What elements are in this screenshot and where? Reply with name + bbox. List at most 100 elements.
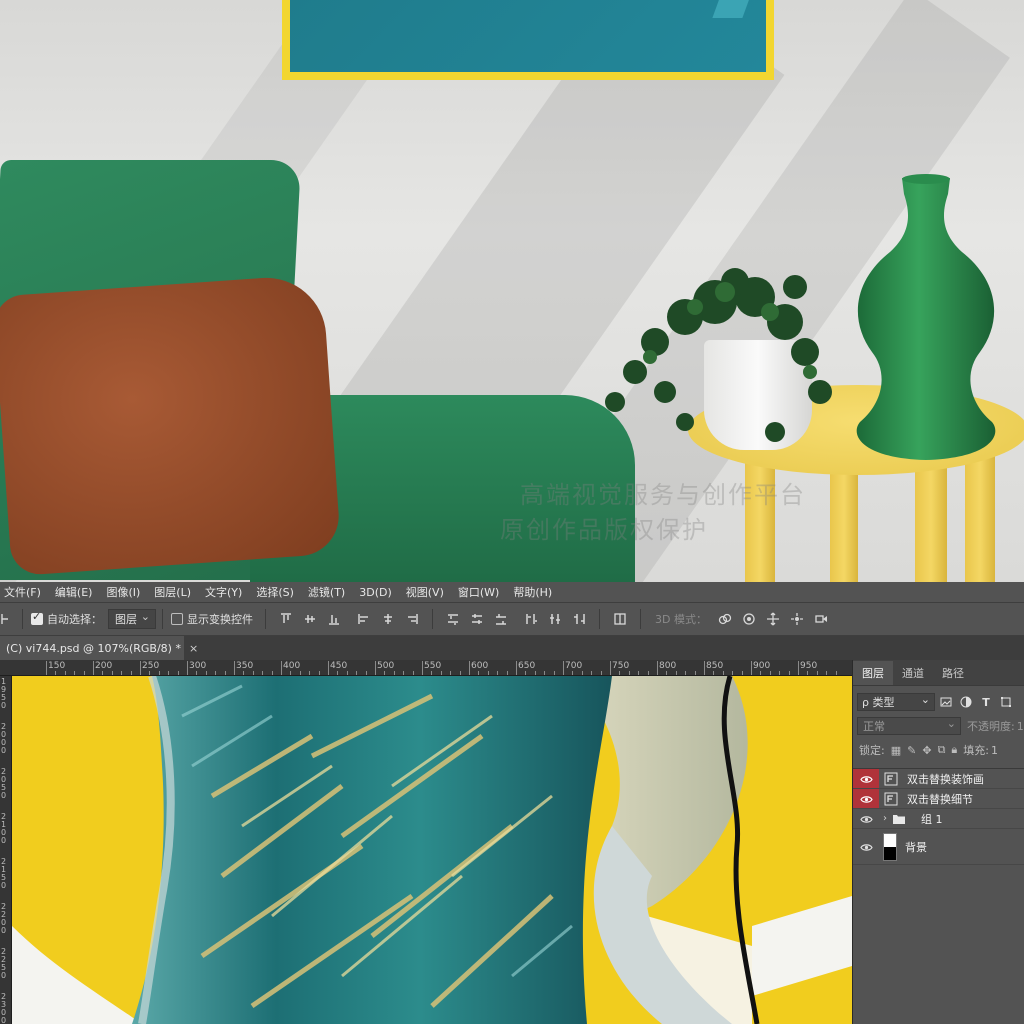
ruler-minor-tick [685, 671, 687, 675]
ruler-tick [187, 661, 188, 675]
chevron-right-icon[interactable]: › [883, 813, 887, 824]
ruler-minor-tick [121, 671, 123, 675]
menu-file[interactable]: 文件(F) [4, 584, 41, 600]
layer-filter-dropdown[interactable]: ρ 类型 [857, 693, 935, 711]
ruler-label: 650 [518, 661, 536, 671]
ruler-minor-tick [826, 671, 828, 675]
distribute-right-icon[interactable] [567, 609, 591, 629]
visibility-toggle[interactable] [853, 809, 879, 828]
document-canvas[interactable] [12, 676, 852, 1024]
auto-align-icon[interactable] [608, 609, 632, 629]
fill-value[interactable]: 1 [991, 744, 998, 757]
ruler-label: 200 [95, 661, 113, 671]
ruler-label: 900 [753, 661, 771, 671]
ruler-tick [281, 661, 282, 675]
3d-scale-icon[interactable] [809, 609, 833, 629]
align-right-icon[interactable] [400, 609, 424, 629]
menu-layer[interactable]: 图层(L) [154, 584, 191, 600]
ruler-minor-tick [619, 671, 621, 675]
lock-label: 锁定: [859, 744, 885, 757]
ruler-tick [422, 661, 423, 675]
lock-position-icon[interactable]: ✥ [922, 744, 931, 757]
lock-artboard-icon[interactable]: ⧉ [938, 743, 946, 757]
close-icon[interactable]: × [189, 642, 198, 655]
document-tab[interactable]: (C) vi744.psd @ 107%(RGB/8) * × [0, 636, 198, 660]
ruler-minor-tick [779, 671, 781, 675]
distribute-hcenter-icon[interactable] [543, 609, 567, 629]
distribute-vcenter-icon[interactable] [465, 609, 489, 629]
artwork-preview [12, 676, 852, 1024]
menu-view[interactable]: 视图(V) [406, 584, 444, 600]
opacity-label: 不透明度: [967, 720, 1015, 733]
distribute-left-icon[interactable] [519, 609, 543, 629]
lock-all-icon[interactable]: 🔒︎ [951, 743, 957, 757]
menu-3d[interactable]: 3D(D) [359, 586, 392, 599]
opacity-value[interactable]: 1 [1017, 720, 1024, 733]
menu-edit[interactable]: 编辑(E) [55, 584, 93, 600]
show-transform-label: 显示变换控件 [187, 613, 253, 626]
visibility-toggle[interactable] [853, 829, 879, 864]
ruler-minor-tick [83, 671, 85, 675]
lock-row: 锁定: ▦ ✎ ✥ ⧉ 🔒︎ 填充: 1 [853, 738, 1024, 762]
lock-transparent-icon[interactable]: ▦ [891, 744, 901, 757]
tab-paths[interactable]: 路径 [933, 661, 973, 685]
distribute-top-icon[interactable] [441, 609, 465, 629]
ruler-label: 1950 [1, 677, 7, 710]
menu-select[interactable]: 选择(S) [256, 584, 294, 600]
ruler-minor-tick [337, 671, 339, 675]
ruler-minor-tick [769, 671, 771, 675]
ruler-tick [657, 661, 658, 675]
adjustment-filter-icon[interactable] [957, 693, 975, 711]
align-left-icon[interactable] [352, 609, 376, 629]
layer-row[interactable]: 双击替换细节 [853, 789, 1024, 809]
tab-layers[interactable]: 图层 [853, 661, 893, 685]
visibility-toggle[interactable] [853, 769, 879, 788]
tab-channels[interactable]: 通道 [893, 661, 933, 685]
3d-roll-icon[interactable] [737, 609, 761, 629]
move-tool-preset-icon[interactable] [0, 609, 14, 629]
ruler-tick [375, 661, 376, 675]
leather-pillow [0, 273, 342, 577]
layer-row[interactable]: › 组 1 [853, 809, 1024, 829]
3d-slide-icon[interactable] [785, 609, 809, 629]
menu-image[interactable]: 图像(I) [106, 584, 140, 600]
layer-row[interactable]: 双击替换装饰画 [853, 769, 1024, 789]
type-filter-icon[interactable]: T [977, 693, 995, 711]
menu-bar: 文件(F) 编辑(E) 图像(I) 图层(L) 文字(Y) 选择(S) 滤镜(T… [0, 582, 1024, 602]
3d-orbit-icon[interactable] [713, 609, 737, 629]
visibility-toggle[interactable] [853, 789, 879, 808]
align-bottom-icon[interactable] [322, 609, 346, 629]
blend-mode-dropdown[interactable]: 正常 [857, 717, 961, 735]
ruler-minor-tick [732, 671, 734, 675]
menu-help[interactable]: 帮助(H) [513, 584, 552, 600]
ruler-minor-tick [262, 671, 264, 675]
ruler-minor-tick [675, 671, 677, 675]
align-vcenter-icon[interactable] [298, 609, 322, 629]
ruler-minor-tick [384, 671, 386, 675]
lock-image-icon[interactable]: ✎ [907, 744, 916, 757]
align-top-icon[interactable] [274, 609, 298, 629]
show-transform-checkbox[interactable] [171, 613, 183, 625]
align-hcenter-icon[interactable] [376, 609, 400, 629]
separator [22, 609, 23, 629]
ruler-minor-tick [158, 671, 160, 675]
auto-select-checkbox[interactable] [31, 610, 43, 625]
ruler-label: 700 [565, 661, 583, 671]
ruler-minor-tick [553, 671, 555, 675]
ruler-minor-tick [440, 671, 442, 675]
layer-row[interactable]: 背景 [853, 829, 1024, 865]
ruler-label: 350 [236, 661, 254, 671]
smart-object-icon [883, 771, 899, 787]
ivy-plant [605, 268, 832, 442]
ruler-minor-tick [807, 671, 809, 675]
menu-type[interactable]: 文字(Y) [205, 584, 242, 600]
auto-select-dropdown[interactable]: 图层 [108, 609, 156, 629]
green-vase [856, 174, 996, 460]
distribute-bottom-icon[interactable] [489, 609, 513, 629]
3d-pan-icon[interactable] [761, 609, 785, 629]
ruler-minor-tick [130, 671, 132, 675]
menu-filter[interactable]: 滤镜(T) [308, 584, 345, 600]
menu-window[interactable]: 窗口(W) [458, 584, 499, 600]
shape-filter-icon[interactable] [997, 693, 1015, 711]
image-filter-icon[interactable] [937, 693, 955, 711]
